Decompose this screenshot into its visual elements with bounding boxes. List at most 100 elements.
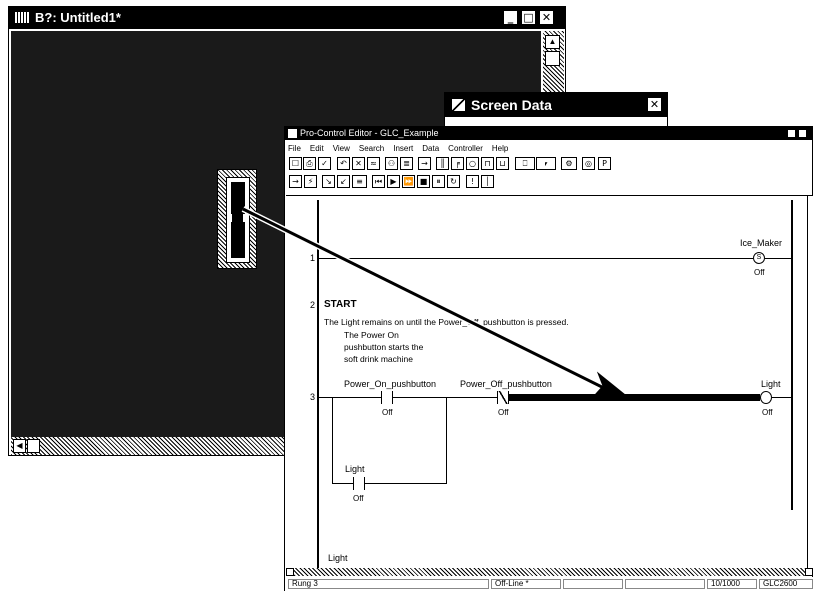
nc-contact[interactable] (497, 391, 509, 404)
branch-close-icon[interactable]: ⊔ (496, 157, 509, 170)
h-scroll-thumb[interactable] (27, 439, 40, 453)
run-icon[interactable]: ▶ (387, 175, 400, 188)
pro-control-editor-window: Pro-Control Editor - GLC_Example File Edi… (284, 126, 813, 591)
rewind-icon[interactable]: ⏮ (372, 175, 385, 188)
left-power-rail (317, 200, 319, 568)
rung-wire (393, 397, 497, 398)
cut-icon[interactable]: ✕ (352, 157, 365, 170)
force-icon[interactable]: ! (466, 175, 479, 188)
branch-contact-state: Off (353, 494, 364, 503)
editor-titlebar[interactable]: Pro-Control Editor - GLC_Example (285, 127, 812, 140)
minimize-button[interactable]: _ (503, 10, 518, 25)
coil-icon[interactable]: ○ (466, 157, 479, 170)
coil-name: Light (761, 379, 781, 389)
coil-state: Off (762, 408, 773, 417)
comment-line: pushbutton starts the (344, 342, 424, 352)
contact-state: Off (498, 408, 509, 417)
menu-controller[interactable]: Controller (448, 144, 483, 153)
menu-data[interactable]: Data (422, 144, 439, 153)
function-icon[interactable]: ⎕ (515, 157, 535, 170)
editor-title: Pro-Control Editor - GLC_Example (300, 128, 439, 138)
contact-state: Off (382, 408, 393, 417)
menu-bar: File Edit View Search Insert Data Controller He… (288, 144, 517, 153)
monitor-icon[interactable]: ≡ (352, 175, 367, 188)
scroll-left-button[interactable]: ◀ (13, 439, 26, 453)
close-button[interactable]: ✕ (539, 10, 554, 25)
branch-wire (332, 483, 353, 484)
insert-rung-icon[interactable]: → (418, 157, 431, 170)
io-icon[interactable]: │ (481, 175, 494, 188)
ladder-v-scrollbar[interactable] (807, 196, 813, 568)
screen-data-icon (451, 98, 466, 112)
stop-icon[interactable]: ■ (417, 175, 430, 188)
branch-wire (446, 397, 447, 484)
download-icon[interactable]: ↘ (322, 175, 335, 188)
menu-search[interactable]: Search (359, 144, 384, 153)
status-count: 10/1000 (707, 579, 757, 589)
scroll-thumb[interactable] (545, 51, 560, 66)
editor-maximize-button[interactable] (798, 129, 807, 138)
menu-file[interactable]: File (288, 144, 301, 153)
branch-open-icon[interactable]: ⊓ (481, 157, 494, 170)
h-scroll-right[interactable] (805, 568, 813, 576)
menu-view[interactable]: View (333, 144, 350, 153)
rung-wire (319, 397, 381, 398)
lamp-handle-left (228, 214, 232, 222)
goto-icon[interactable]: → (289, 175, 302, 188)
menu-help[interactable]: Help (492, 144, 508, 153)
dialog-close-button[interactable]: ✕ (647, 97, 662, 112)
rung-number: 1 (310, 253, 316, 263)
lamp-part[interactable] (217, 169, 257, 269)
h-scroll-left[interactable] (286, 568, 294, 576)
status-rung: Rung 3 (288, 579, 489, 589)
toolbar-1: ☐ ⎙ ✓ ↶ ✕ ≈ ⚇ ≣ → ║ ╒ ○ ⊓ ⊔ ⎕ ⎖ ⚙ ◎ P (285, 157, 812, 174)
contact-name: Power_On_pushbutton (344, 379, 437, 389)
find-icon[interactable]: ⚇ (385, 157, 398, 170)
screen-data-titlebar[interactable]: Screen Data ✕ (445, 93, 667, 117)
energized-wire (509, 394, 760, 401)
contact-name: Power_Off_pushbutton (460, 379, 552, 389)
fast-forward-icon[interactable]: ⏩ (402, 175, 415, 188)
contact-no-icon[interactable]: ║ (436, 157, 449, 170)
contact-nc-icon[interactable]: ╒ (451, 157, 464, 170)
lamp-inner-frame (226, 177, 250, 263)
settings-icon[interactable]: ⚙ (561, 157, 577, 170)
reset-icon[interactable]: ↻ (447, 175, 460, 188)
rung-wire (765, 258, 791, 259)
menu-edit[interactable]: Edit (310, 144, 324, 153)
print-icon[interactable]: ⎙ (303, 157, 316, 170)
no-contact[interactable] (381, 391, 393, 404)
pause-icon[interactable]: ⏸ (432, 175, 445, 188)
properties-icon[interactable]: P (598, 157, 611, 170)
rung-label: START (324, 299, 357, 310)
screen-editor-titlebar[interactable]: B?: Untitled1* _ □ ✕ (9, 7, 565, 29)
set-coil[interactable]: S (753, 252, 765, 264)
target-icon[interactable]: ◎ (582, 157, 595, 170)
contact-name: Light (328, 553, 348, 563)
maximize-button[interactable]: □ (521, 10, 536, 25)
window-system-icon[interactable] (13, 11, 31, 24)
editor-h-scrollbar[interactable] (286, 568, 813, 576)
editor-minimize-button[interactable] (787, 129, 796, 138)
lightning-icon[interactable]: ⚡ (304, 175, 317, 188)
output-coil[interactable] (760, 391, 772, 404)
branch-wire (365, 483, 446, 484)
check-icon[interactable]: ✓ (318, 157, 331, 170)
rung-comment: The Light remains on until the Power_Off… (324, 317, 569, 327)
edit-icon[interactable]: ≈ (367, 157, 380, 170)
status-bar: Rung 3 Off-Line * 10/1000 GLC2600 (285, 577, 813, 591)
upload-icon[interactable]: ↙ (337, 175, 350, 188)
comment-line: The Power On (344, 330, 399, 340)
lamp-handle-right (243, 214, 247, 222)
screen-editor-title: B?: Untitled1* (35, 10, 121, 25)
scroll-up-button[interactable]: ▲ (545, 35, 560, 49)
save-icon[interactable]: ☐ (289, 157, 302, 170)
screen-data-title: Screen Data (471, 97, 552, 113)
replace-icon[interactable]: ≣ (400, 157, 413, 170)
ladder-area[interactable]: 1 Ice_Maker S Off 2 START The Light rema… (286, 195, 813, 568)
function-block-icon[interactable]: ⎖ (536, 157, 556, 170)
menu-insert[interactable]: Insert (393, 144, 413, 153)
undo-icon[interactable]: ↶ (337, 157, 350, 170)
status-mode: Off-Line * (491, 579, 561, 589)
branch-contact[interactable] (353, 477, 365, 490)
